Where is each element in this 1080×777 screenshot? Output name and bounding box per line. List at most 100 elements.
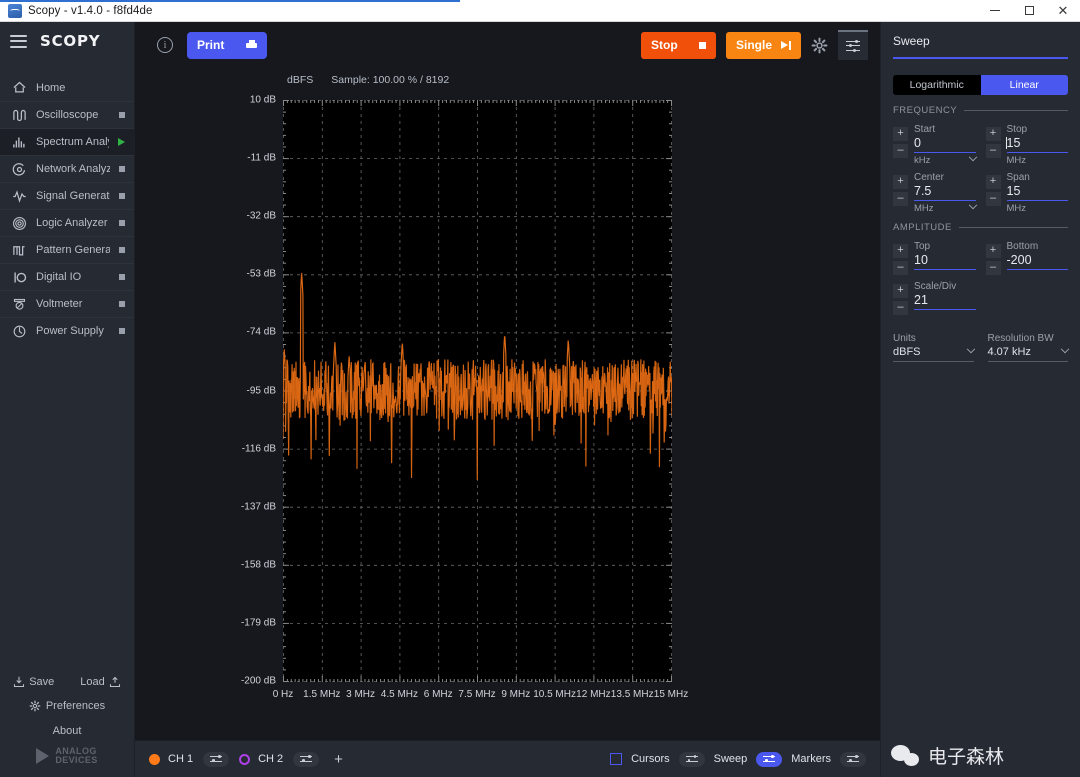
sidebar-item-signal-generator[interactable]: Signal Generator [0, 182, 134, 209]
sidebar-item-label: Voltmeter [36, 298, 83, 310]
sidebar-item-logic-analyzer[interactable]: Logic Analyzer [0, 209, 134, 236]
logarithmic-option[interactable]: Logarithmic [893, 74, 981, 95]
span-increment-button[interactable]: + [985, 174, 1001, 189]
y-axis-tick-label: 10 dB [249, 94, 276, 106]
top-value[interactable]: 10 [914, 252, 976, 270]
span-value[interactable]: 15 [1006, 183, 1068, 201]
resolution-bw-select[interactable]: Resolution BW 4.07 kHz [987, 332, 1070, 362]
cursors-checkbox[interactable] [610, 753, 623, 765]
scale-div-field[interactable]: + – Scale/Div 21 [893, 277, 976, 317]
x-axis-tick-label: 0 Hz [272, 689, 294, 700]
hamburger-menu-icon[interactable] [10, 34, 27, 48]
sidebar-item-digital-io[interactable]: Digital IO [0, 263, 134, 290]
sidebar-item-power-supply[interactable]: Power Supply [0, 317, 134, 344]
sidebar-item-spectrum-analyzer[interactable]: Spectrum Analyzer [0, 128, 134, 155]
sidebar-item-label: Home [36, 81, 66, 94]
x-axis-tick-label: 6 MHz [423, 689, 453, 700]
settings-gear-icon[interactable] [811, 37, 828, 54]
units-value: dBFS [893, 345, 921, 358]
stop-decrement-button[interactable]: – [985, 143, 1001, 158]
sweep-settings-button[interactable] [756, 751, 783, 767]
y-axis-tick-label: -200 dB [240, 675, 276, 687]
scale-div-increment-button[interactable]: + [893, 283, 908, 298]
spectrum-plot[interactable]: 10 dB -11 dB -32 dB -53 dB -74 dB -95 dB -116 … [241, 95, 688, 701]
start-decrement-button[interactable]: – [893, 143, 908, 158]
single-button[interactable]: Single [726, 31, 801, 59]
units-select[interactable]: Units dBFS [893, 333, 975, 362]
span-field[interactable]: + – Span 15 MHz [985, 168, 1068, 216]
sidebar-item-oscilloscope[interactable]: Oscilloscope [0, 101, 134, 128]
save-button[interactable]: Save [13, 676, 54, 688]
top-label: Top [914, 240, 931, 252]
panel-settings-button[interactable] [838, 30, 868, 60]
sidebar-item-label: Pattern Generator [36, 244, 110, 256]
channel-2[interactable]: CH 2 [239, 753, 283, 765]
sidebar-item-label: Digital IO [36, 271, 82, 283]
home-icon [12, 80, 27, 95]
chevron-down-icon [1060, 344, 1070, 354]
maximize-button[interactable] [1012, 0, 1046, 21]
scale-type-toggle: Logarithmic Linear [893, 74, 1068, 95]
sliders-icon [685, 755, 698, 763]
panel-title: Sweep [893, 34, 930, 48]
stop-increment-button[interactable]: + [985, 126, 1001, 141]
channel-1[interactable]: CH 1 [149, 753, 193, 765]
print-button[interactable]: Print [187, 31, 267, 59]
sidebar-item-pattern-generator[interactable]: Pattern Generator [0, 236, 134, 263]
channel-1-color-dot [149, 753, 160, 765]
top-decrement-button[interactable]: – [893, 260, 908, 275]
center-frequency-field[interactable]: + – Center 7.5 MHz [893, 168, 977, 216]
cursors-settings-button[interactable] [678, 751, 705, 767]
main-content: i Print Stop Single dBFS Sample: 100.00 … [135, 22, 880, 777]
add-channel-button[interactable]: + [329, 751, 348, 768]
channel-2-settings-button[interactable] [293, 751, 320, 767]
load-button[interactable]: Load [80, 676, 120, 688]
plot-sample-label: Sample: 100.00 % / 8192 [331, 74, 450, 86]
top-increment-button[interactable]: + [893, 243, 908, 258]
span-decrement-button[interactable]: – [985, 191, 1001, 206]
watermark-text: 电子森林 [928, 746, 1005, 768]
preferences-button[interactable]: Preferences [0, 694, 134, 718]
stop-label: Stop [1006, 123, 1028, 135]
start-label: Start [914, 123, 936, 135]
sidebar-item-voltmeter[interactable]: Voltmeter [0, 290, 134, 317]
sliders-icon [847, 755, 859, 763]
start-value[interactable]: 0 [914, 135, 976, 153]
center-decrement-button[interactable]: – [893, 191, 908, 206]
load-label: Load [80, 676, 105, 688]
start-frequency-field[interactable]: + – Start 0 kHz [893, 120, 977, 168]
close-button[interactable]: ✕ [1046, 0, 1080, 21]
markers-settings-button[interactable] [840, 751, 866, 767]
linear-option[interactable]: Linear [980, 74, 1068, 95]
scale-div-value[interactable]: 21 [914, 292, 976, 310]
info-icon[interactable]: i [157, 37, 173, 53]
bottom-decrement-button[interactable]: – [985, 260, 1001, 275]
sidebar-item-home[interactable]: Home [0, 74, 134, 101]
start-increment-button[interactable]: + [893, 126, 908, 141]
window-controls: ✕ [978, 0, 1080, 21]
sidebar-item-label: Spectrum Analyzer [36, 136, 109, 148]
minimize-button[interactable] [978, 0, 1012, 21]
bottom-increment-button[interactable]: + [985, 243, 1001, 258]
sidebar-footer: Save Load Preferences About ANALOG DEVIC… [0, 670, 134, 777]
about-button[interactable]: About [0, 718, 134, 747]
y-axis-tick-label: -179 dB [240, 617, 276, 629]
sidebar-item-network-analyzer[interactable]: Network Analyzer [0, 155, 134, 182]
resolution-bw-label: Resolution BW [987, 332, 1054, 344]
x-axis-tick-label: 9 MHz [501, 689, 531, 700]
stop-frequency-field[interactable]: + – Stop 15 MHz [985, 120, 1068, 168]
top-amplitude-field[interactable]: + – Top 10 [893, 237, 976, 277]
printer-icon [246, 40, 257, 50]
start-unit-select[interactable]: kHz [914, 153, 977, 166]
scale-div-decrement-button[interactable]: – [893, 300, 908, 315]
center-increment-button[interactable]: + [893, 174, 908, 189]
stop-button[interactable]: Stop [641, 31, 716, 59]
sliders-icon [846, 39, 860, 52]
center-unit-select[interactable]: MHz [914, 201, 977, 214]
channel-1-settings-button[interactable] [203, 751, 230, 767]
sidebar-item-label: Logic Analyzer [36, 217, 108, 229]
bottom-value[interactable]: -200 [1006, 252, 1068, 270]
bottom-amplitude-field[interactable]: + – Bottom -200 [985, 237, 1068, 277]
stop-value[interactable]: 15 [1005, 135, 1068, 153]
center-value[interactable]: 7.5 [914, 183, 976, 201]
